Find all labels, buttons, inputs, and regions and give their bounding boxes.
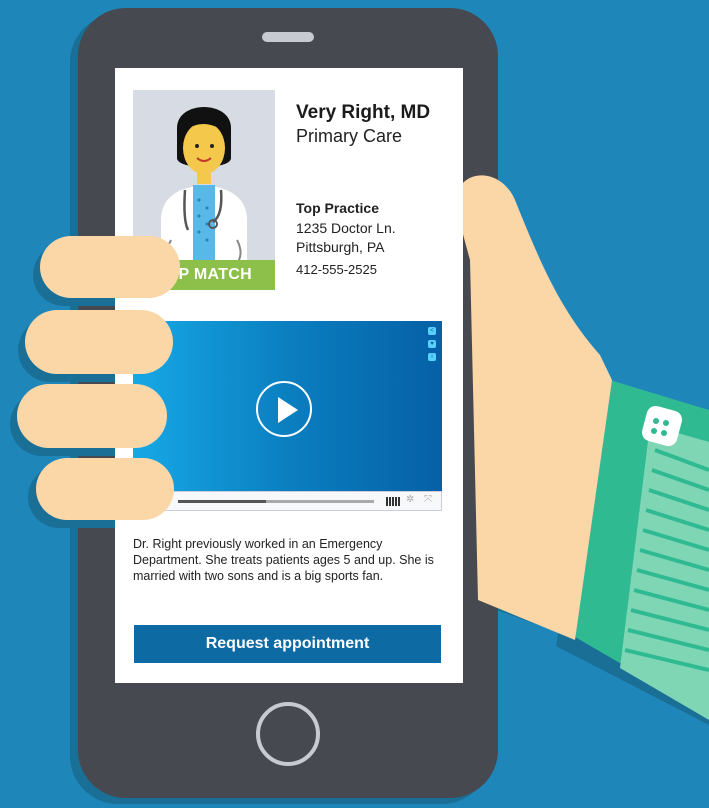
doctor-name: Very Right, MD [296, 102, 431, 123]
gear-icon[interactable]: ✲ [406, 494, 414, 505]
share-icon[interactable]: < [428, 327, 436, 335]
phone-number[interactable]: 412-555-2525 [296, 262, 377, 277]
practice-name: Top Practice [296, 200, 379, 216]
phone-speaker [262, 32, 314, 42]
video-controls: ✲ ⤧ [133, 491, 442, 511]
request-appointment-button[interactable]: Request appointment [134, 625, 441, 663]
video-player[interactable]: < ♥ i ✲ ⤧ [133, 321, 442, 511]
progress-fill [178, 500, 267, 503]
progress-track[interactable] [178, 500, 374, 503]
volume-icon[interactable] [386, 497, 400, 506]
doctor-photo: TOP MATCH [133, 90, 275, 290]
fullscreen-icon[interactable]: ⤧ [424, 494, 432, 505]
play-icon [278, 397, 298, 423]
heart-icon[interactable]: ♥ [428, 340, 436, 348]
top-match-badge: TOP MATCH [133, 260, 275, 290]
play-button[interactable] [256, 381, 312, 437]
phone-screen: TOP MATCH Very Right, MD Primary Care To… [115, 68, 463, 683]
stop-icon[interactable] [158, 497, 165, 504]
control-play-icon[interactable] [142, 497, 149, 505]
address-line2: Pittsburgh, PA [296, 239, 385, 255]
doctor-bio: Dr. Right previously worked in an Emerge… [133, 537, 434, 583]
info-icon[interactable]: i [428, 353, 436, 361]
address-line1: 1235 Doctor Ln. [296, 220, 396, 236]
doctor-specialty: Primary Care [296, 126, 403, 146]
